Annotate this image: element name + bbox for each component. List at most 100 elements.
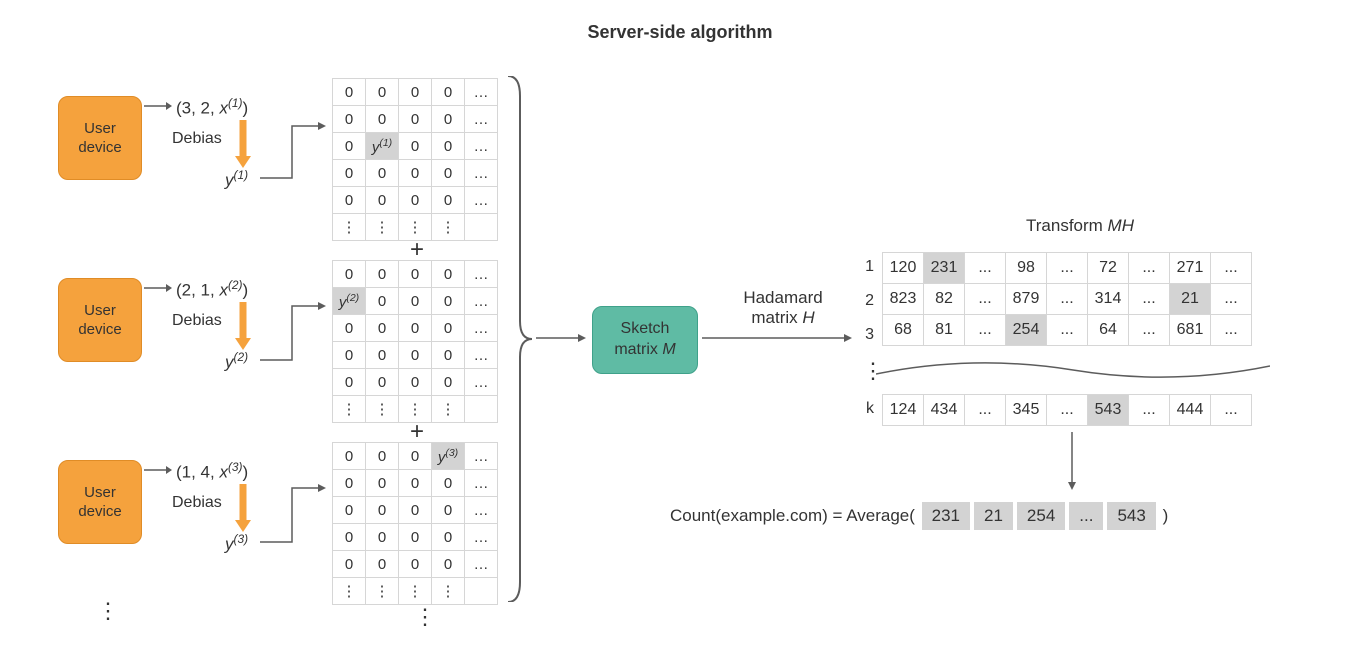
matrix-cell [465,214,498,241]
matrix-cell: ⋮ [432,578,465,605]
mh-cell: 120 [883,253,924,284]
matrix-cell: 0 [432,470,465,497]
matrix-cell: 0 [366,187,399,214]
matrix-cell: … [465,261,498,288]
matrix-cell: 0 [432,160,465,187]
matrix-cell: ⋮ [432,214,465,241]
arrow-to-mh [702,332,852,344]
matrix-cell: 0 [399,79,432,106]
matrix-cell [465,396,498,423]
matrix-cell: … [465,551,498,578]
count-value-chip: 231 [922,502,970,530]
matrix-cell: 0 [333,79,366,106]
count-value-chip: 21 [974,502,1013,530]
matrix-cell: ⋮ [432,396,465,423]
matrix-cell: 0 [432,288,465,315]
plus-2: + [410,418,424,446]
matrix-cell: 0 [399,261,432,288]
matrix-cell: 0 [333,470,366,497]
mh-cell: ... [1211,253,1252,284]
devices-ellipsis: ⋮ [97,600,119,622]
diagram-title: Server-side algorithm [0,22,1360,43]
y-output-3: y(3) [225,532,248,555]
matrix-cell: 0 [333,187,366,214]
elbow-arrow-2 [260,300,328,364]
matrix-cell: … [465,315,498,342]
mh-cell: ... [1129,315,1170,346]
matrix-cell: … [465,524,498,551]
tuple-1: (3, 2, x(1)) [176,96,248,119]
mh-cell: 681 [1170,315,1211,346]
matrix-cell: 0 [399,524,432,551]
sparse-matrix-1: 0000…0000…0y(1)00…0000…0000…⋮⋮⋮⋮ [332,78,498,241]
y-output-2: y(2) [225,350,248,373]
matrix-ellipsis: ⋮ [414,606,436,628]
matrix-cell: 0 [399,133,432,160]
mh-cell: ... [1211,284,1252,315]
plus-1: + [410,236,424,264]
sparse-matrix-3: 000y(3)…0000…0000…0000…0000…⋮⋮⋮⋮ [332,442,498,605]
matrix-cell: 0 [333,261,366,288]
matrix-cell: 0 [366,106,399,133]
user-device-2: User device [58,278,142,362]
matrix-cell: 0 [333,133,366,160]
matrix-cell: 0 [399,160,432,187]
matrix-cell: 0 [333,369,366,396]
matrix-cell: … [465,497,498,524]
matrix-break-icon [876,356,1270,386]
mh-cell: ... [1047,253,1088,284]
mh-matrix-bottom: 124434...345...543...444... [882,394,1252,426]
matrix-cell: 0 [333,443,366,470]
matrix-cell: 0 [333,106,366,133]
matrix-cell: 0 [432,187,465,214]
matrix-cell: 0 [366,288,399,315]
matrix-cell: 0 [432,524,465,551]
matrix-cell: 0 [399,315,432,342]
matrix-cell: 0 [366,369,399,396]
mh-cell: ... [1047,395,1088,426]
mh-cell: ... [1211,395,1252,426]
mh-cell: 254 [1006,315,1047,346]
matrix-cell: ⋮ [366,578,399,605]
sketch-matrix-box: Sketch matrix M [592,306,698,374]
matrix-cell: 0 [432,106,465,133]
matrix-cell: 0 [432,342,465,369]
hadamard-label: Hadamard matrix H [728,288,838,328]
matrix-cell: 0 [399,369,432,396]
transform-mh-label: Transform MH [1000,216,1160,236]
user-device-3-label: User device [78,483,121,522]
debias-label-1: Debias [172,130,222,148]
mh-cell: ... [965,315,1006,346]
mh-rowlabel-k: k [854,400,874,418]
arrow-to-count [1066,432,1078,490]
matrix-cell: 0 [432,369,465,396]
matrix-cell: 0 [432,133,465,160]
mh-cell: 444 [1170,395,1211,426]
matrix-cell: ⋮ [366,214,399,241]
matrix-cell: … [465,79,498,106]
mh-cell: 879 [1006,284,1047,315]
mh-cell: ... [965,395,1006,426]
mh-cell: 271 [1170,253,1211,284]
mh-rowlabel-1: 1 [854,258,874,276]
mh-cell: 81 [924,315,965,346]
mh-cell: ... [1129,395,1170,426]
mh-cell: 98 [1006,253,1047,284]
tuple-2: (2, 1, x(2)) [176,278,248,301]
matrix-cell: 0 [432,551,465,578]
mh-cell: ... [1211,315,1252,346]
matrix-cell: ⋮ [333,578,366,605]
matrix-cell [465,578,498,605]
matrix-cell: ⋮ [399,578,432,605]
elbow-arrow-3 [260,482,328,546]
matrix-cell: … [465,443,498,470]
matrix-cell: … [465,470,498,497]
mh-cell: 543 [1088,395,1129,426]
matrix-cell: 0 [399,551,432,578]
count-prefix: Count(example.com) = Average( [670,506,920,525]
matrix-cell: 0 [366,160,399,187]
matrix-cell: 0 [432,261,465,288]
mh-cell: ... [1047,284,1088,315]
count-value-chip: 543 [1107,502,1155,530]
debias-label-3: Debias [172,494,222,512]
